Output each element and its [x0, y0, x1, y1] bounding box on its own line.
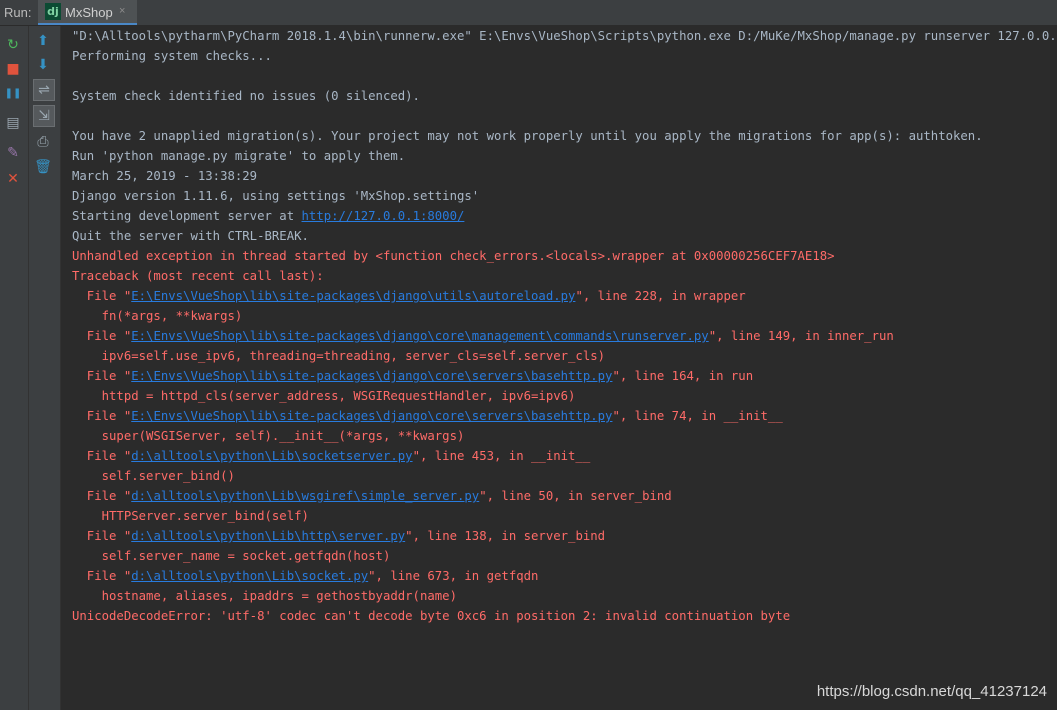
console-line: You have 2 unapplied migration(s). Your …	[72, 126, 983, 146]
console-text: File "	[72, 449, 132, 463]
run-label: Run:	[4, 5, 32, 20]
console-line: Starting development server at http://12…	[72, 206, 464, 226]
run-tab-bar: Run: dj MxShop ×	[0, 0, 1057, 26]
console-text: File "	[72, 529, 132, 543]
console-error-line: UnicodeDecodeError: 'utf-8' codec can't …	[72, 606, 790, 626]
console-line: "D:\Alltools\pytharm\PyCharm 2018.1.4\bi…	[72, 26, 1057, 46]
console-text: ", line 149, in inner_run	[708, 329, 894, 343]
print-icon[interactable]: ⎙	[33, 132, 53, 152]
console-line: March 25, 2019 - 13:38:29	[72, 166, 257, 186]
pause-icon[interactable]: ❚❚	[3, 83, 23, 103]
console-text: Run 'python manage.py migrate' to apply …	[72, 149, 406, 163]
console-error-line: File "d:\alltools\python\Lib\wsgiref\sim…	[72, 486, 672, 506]
stop-icon[interactable]: ■	[3, 59, 23, 79]
console-error-line: super(WSGIServer, self).__init__(*args, …	[72, 426, 465, 446]
tab-mxshop[interactable]: dj MxShop ×	[38, 0, 137, 25]
console-text: Quit the server with CTRL-BREAK.	[72, 229, 309, 243]
file-link[interactable]: d:\alltools\python\Lib\wsgiref\simple_se…	[131, 489, 479, 503]
file-link[interactable]: d:\alltools\python\Lib\socket.py	[131, 569, 368, 583]
console-error-line: File "E:\Envs\VueShop\lib\site-packages\…	[72, 406, 783, 426]
console-text: File "	[72, 569, 132, 583]
tab-label: MxShop	[65, 5, 113, 20]
console-text: httpd = httpd_cls(server_address, WSGIRe…	[72, 389, 576, 403]
console-text: self.server_bind()	[72, 469, 235, 483]
pin-tab-icon[interactable]: ✎	[3, 143, 23, 163]
console-text: File "	[72, 489, 132, 503]
console-error-line: httpd = httpd_cls(server_address, WSGIRe…	[72, 386, 576, 406]
console-text: Starting development server at	[72, 209, 302, 223]
console-text: ", line 453, in __init__	[412, 449, 591, 463]
scroll-up-icon[interactable]: ⬆	[33, 31, 53, 51]
console-text: System check identified no issues (0 sil…	[72, 89, 420, 103]
console-error-line: Traceback (most recent call last):	[72, 266, 324, 286]
console-text: ", line 74, in __init__	[612, 409, 783, 423]
file-link[interactable]: E:\Envs\VueShop\lib\site-packages\django…	[131, 369, 612, 383]
soft-wrap-icon[interactable]: ⇌	[33, 79, 55, 101]
console-text: March 25, 2019 - 13:38:29	[72, 169, 258, 183]
console-text: File "	[72, 409, 132, 423]
console-output[interactable]: "D:\Alltools\pytharm\PyCharm 2018.1.4\bi…	[61, 26, 1057, 710]
console-text: Performing system checks...	[72, 49, 272, 63]
console-text: Traceback (most recent call last):	[72, 269, 324, 283]
console-error-line: File "d:\alltools\python\Lib\socketserve…	[72, 446, 590, 466]
scroll-to-end-icon[interactable]: ⇲	[33, 105, 55, 127]
console-text: fn(*args, **kwargs)	[72, 309, 243, 323]
console-text: ", line 228, in wrapper	[575, 289, 746, 303]
console-error-line: hostname, aliases, ipaddrs = gethostbyad…	[72, 586, 457, 606]
console-text: super(WSGIServer, self).__init__(*args, …	[72, 429, 465, 443]
file-link[interactable]: d:\alltools\python\Lib\socketserver.py	[131, 449, 412, 463]
file-link[interactable]: d:\alltools\python\Lib\http\server.py	[131, 529, 405, 543]
scroll-down-icon[interactable]: ⬇	[33, 55, 53, 75]
dump-threads-icon[interactable]: ▤	[3, 113, 23, 133]
console-text: HTTPServer.server_bind(self)	[72, 509, 309, 523]
console-text: File "	[72, 369, 132, 383]
file-link[interactable]: E:\Envs\VueShop\lib\site-packages\django…	[131, 289, 575, 303]
console-text: ipv6=self.use_ipv6, threading=threading,…	[72, 349, 606, 363]
run-toolbar-primary: ↻ ■ ❚❚ ▤ ✎ ✕	[0, 26, 29, 710]
console-line: Run 'python manage.py migrate' to apply …	[72, 146, 405, 166]
close-tab-icon[interactable]: ×	[119, 5, 125, 17]
close-run-icon[interactable]: ✕	[3, 169, 23, 189]
console-line: Performing system checks...	[72, 46, 272, 66]
console-text: File "	[72, 329, 132, 343]
console-text: Unhandled exception in thread started by…	[72, 249, 835, 263]
console-text: ", line 138, in server_bind	[405, 529, 606, 543]
console-error-line: self.server_bind()	[72, 466, 235, 486]
console-line: Quit the server with CTRL-BREAK.	[72, 226, 309, 246]
console-line: System check identified no issues (0 sil…	[72, 86, 420, 106]
run-toolbar-secondary: ⬆ ⬇ ⇌ ⇲ ⎙ 🗑	[29, 26, 61, 710]
console-text: File "	[72, 289, 132, 303]
console-error-line: Unhandled exception in thread started by…	[72, 246, 835, 266]
console-text: ", line 164, in run	[612, 369, 754, 383]
console-error-line: File "d:\alltools\python\Lib\http\server…	[72, 526, 605, 546]
clear-all-icon[interactable]: 🗑	[33, 157, 53, 177]
console-text: self.server_name = socket.getfqdn(host)	[72, 549, 391, 563]
rerun-icon[interactable]: ↻	[3, 35, 23, 55]
django-icon: dj	[45, 3, 61, 20]
console-line: Django version 1.11.6, using settings 'M…	[72, 186, 479, 206]
console-error-line: ipv6=self.use_ipv6, threading=threading,…	[72, 346, 605, 366]
console-text: ", line 50, in server_bind	[479, 489, 672, 503]
console-text: UnicodeDecodeError: 'utf-8' codec can't …	[72, 609, 791, 623]
console-error-line: File "E:\Envs\VueShop\lib\site-packages\…	[72, 286, 746, 306]
watermark: https://blog.csdn.net/qq_41237124	[816, 683, 1047, 700]
console-text: hostname, aliases, ipaddrs = gethostbyad…	[72, 589, 457, 603]
console-error-line: File "E:\Envs\VueShop\lib\site-packages\…	[72, 326, 894, 346]
console-error-line: HTTPServer.server_bind(self)	[72, 506, 309, 526]
console-text: Django version 1.11.6, using settings 'M…	[72, 189, 480, 203]
console-error-line: self.server_name = socket.getfqdn(host)	[72, 546, 391, 566]
console-error-line: File "d:\alltools\python\Lib\socket.py",…	[72, 566, 539, 586]
file-link[interactable]: http://127.0.0.1:8000/	[302, 209, 465, 223]
file-link[interactable]: E:\Envs\VueShop\lib\site-packages\django…	[131, 409, 612, 423]
console-text: ", line 673, in getfqdn	[368, 569, 539, 583]
file-link[interactable]: E:\Envs\VueShop\lib\site-packages\django…	[131, 329, 708, 343]
console-text: You have 2 unapplied migration(s). Your …	[72, 129, 983, 143]
console-error-line: fn(*args, **kwargs)	[72, 306, 243, 326]
console-text: "D:\Alltools\pytharm\PyCharm 2018.1.4\bi…	[72, 29, 1057, 43]
console-error-line: File "E:\Envs\VueShop\lib\site-packages\…	[72, 366, 753, 386]
